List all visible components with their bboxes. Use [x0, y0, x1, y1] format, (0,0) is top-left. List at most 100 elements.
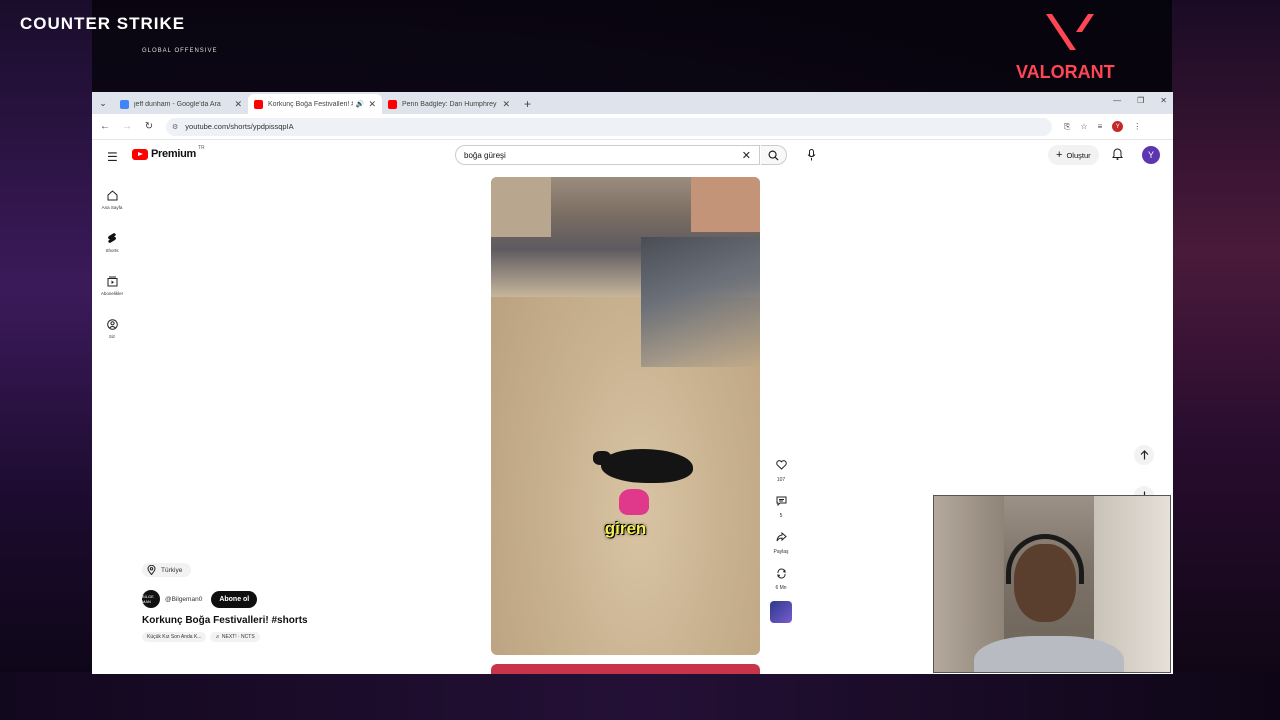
youtube-play-icon: [132, 148, 148, 160]
guide-sidebar: Ana Sayfa Shorts Abonelikler Siz: [92, 178, 132, 350]
arrow-up-icon: [1140, 450, 1148, 460]
tab-youtube-penn[interactable]: Penn Badgley: Dan Humphrey ✕: [382, 94, 516, 114]
comments-button[interactable]: [771, 491, 791, 511]
window-controls: — ❐ ✕: [1113, 96, 1167, 105]
guide-item-you[interactable]: Siz: [92, 307, 132, 350]
location-label: Türkiye: [161, 566, 183, 574]
counter-strike-logo-sub: GLOBAL OFFENSIVE: [142, 48, 218, 54]
tab-title: Korkunç Boğa Festivalleri! #: [268, 100, 353, 108]
like-action[interactable]: 107: [767, 455, 795, 483]
channel-row: BİLGE MAN @Bilgeman0 Abone ol: [142, 590, 308, 608]
music-row: Küçük Kız Son Anda K... ♬ NEXT! · NCTS: [142, 632, 308, 642]
remix-button[interactable]: [771, 563, 791, 583]
hamburger-menu-icon[interactable]: ☰: [107, 150, 118, 164]
valorant-logo-mark: [1046, 14, 1094, 50]
music-chip[interactable]: Küçük Kız Son Anda K...: [142, 632, 207, 642]
close-icon[interactable]: ✕: [502, 99, 510, 110]
video-caption: giren: [604, 519, 647, 538]
guide-item-shorts[interactable]: Shorts: [92, 221, 132, 264]
heart-icon: [775, 460, 787, 470]
you-icon: [106, 318, 118, 330]
create-button[interactable]: + Oluştur: [1048, 145, 1099, 165]
comment-action[interactable]: 5: [767, 491, 795, 519]
bookmark-star-icon[interactable]: ☆: [1080, 122, 1087, 131]
short-video-player[interactable]: giren: [491, 177, 760, 655]
address-bar[interactable]: ⚙ youtube.com/shorts/ypdpissqpIA: [166, 117, 1052, 136]
restore-icon[interactable]: ❐: [1137, 96, 1144, 105]
notifications-button[interactable]: [1112, 147, 1123, 165]
location-pin-icon: [147, 565, 156, 575]
video-frame-building: [491, 177, 551, 237]
webcam-overlay: [933, 495, 1171, 673]
clear-search-icon[interactable]: ✕: [742, 149, 751, 162]
search-button[interactable]: [761, 145, 787, 165]
new-tab-button[interactable]: +: [516, 94, 539, 114]
reload-icon[interactable]: ↻: [144, 121, 154, 132]
channel-name[interactable]: @Bilgeman0: [165, 596, 202, 603]
music-chip[interactable]: ♬ NEXT! · NCTS: [210, 632, 260, 642]
share-icon: [776, 532, 787, 542]
install-app-icon[interactable]: ⎘: [1064, 122, 1070, 132]
shorts-icon: [108, 233, 116, 243]
minimize-icon[interactable]: —: [1113, 96, 1121, 105]
forward-icon[interactable]: →: [122, 121, 132, 132]
headset-icon: [1006, 534, 1084, 584]
search-input-value: boğa güreşi: [464, 150, 506, 160]
webcam-person-shirt: [974, 636, 1124, 672]
guide-item-subscriptions[interactable]: Abonelikler: [92, 264, 132, 307]
remix-action[interactable]: 6 Mn: [767, 563, 795, 591]
overlay-bottom-art: [0, 672, 1280, 720]
sound-action[interactable]: [767, 599, 795, 623]
like-button[interactable]: [771, 455, 791, 475]
menu-kebab-icon[interactable]: ⋮: [1133, 122, 1141, 131]
short-title[interactable]: Korkunç Boğa Festivalleri! #shorts: [142, 615, 308, 626]
guide-label: Abonelikler: [100, 290, 124, 296]
channel-avatar[interactable]: BİLGE MAN: [142, 590, 160, 608]
close-icon[interactable]: ✕: [234, 99, 242, 110]
region-code: TR: [197, 145, 205, 151]
back-icon[interactable]: ←: [100, 121, 110, 132]
create-label: Oluştur: [1066, 150, 1091, 160]
bell-icon: [1112, 148, 1123, 160]
voice-search-button[interactable]: [803, 147, 819, 163]
google-icon: [120, 99, 129, 109]
speaker-icon[interactable]: 🔊: [356, 100, 365, 108]
url-text: youtube.com/shorts/ypdpissqpIA: [185, 122, 294, 131]
subscribe-button[interactable]: Abone ol: [211, 590, 258, 608]
sound-thumbnail[interactable]: [770, 601, 792, 623]
account-avatar[interactable]: Y: [1142, 146, 1160, 164]
next-short-preview[interactable]: [491, 664, 760, 674]
youtube-logo[interactable]: Premium TR: [132, 145, 205, 160]
location-chip[interactable]: Türkiye: [142, 563, 192, 577]
guide-item-home[interactable]: Ana Sayfa: [92, 178, 132, 221]
short-action-bar: 107 5 Paylaş 6 Mn: [767, 455, 795, 631]
media-control-icon[interactable]: ≡: [1098, 122, 1103, 131]
share-button[interactable]: [771, 527, 791, 547]
search-input[interactable]: boğa güreşi ✕: [455, 145, 760, 165]
plus-icon: +: [1056, 149, 1063, 161]
tab-title: Penn Badgley: Dan Humphrey: [402, 100, 497, 108]
profile-avatar[interactable]: Y: [1112, 121, 1124, 132]
close-window-icon[interactable]: ✕: [1160, 96, 1167, 105]
microphone-icon: [807, 149, 815, 161]
video-frame-person: [619, 489, 649, 515]
short-metadata: Türkiye BİLGE MAN @Bilgeman0 Abone ol Ko…: [142, 562, 308, 642]
site-info-icon[interactable]: ⚙: [172, 123, 178, 131]
tab-youtube-short[interactable]: Korkunç Boğa Festivalleri! # 🔊 ✕: [248, 94, 382, 114]
subscriptions-icon: [107, 276, 117, 286]
tab-strip: ⌄ jeff dunham - Google'da Ara ✕ Korkunç …: [92, 92, 1173, 114]
guide-label: Ana Sayfa: [101, 204, 123, 210]
tab-title: jeff dunham - Google'da Ara: [134, 100, 221, 108]
remix-icon: [776, 568, 786, 578]
guide-label: Siz: [108, 333, 116, 339]
tab-google-search[interactable]: jeff dunham - Google'da Ara ✕: [114, 94, 248, 114]
counter-strike-logo: COUNTER STRIKE: [20, 14, 186, 33]
video-frame-crowd: [641, 237, 760, 367]
tab-search-icon[interactable]: ⌄: [92, 92, 114, 114]
close-icon[interactable]: ✕: [368, 99, 376, 110]
like-count: 107: [776, 477, 786, 483]
previous-short-button[interactable]: [1134, 445, 1154, 465]
overlay-right-art: [1172, 0, 1280, 720]
share-action[interactable]: Paylaş: [767, 527, 795, 555]
video-frame-bull: [593, 449, 693, 483]
